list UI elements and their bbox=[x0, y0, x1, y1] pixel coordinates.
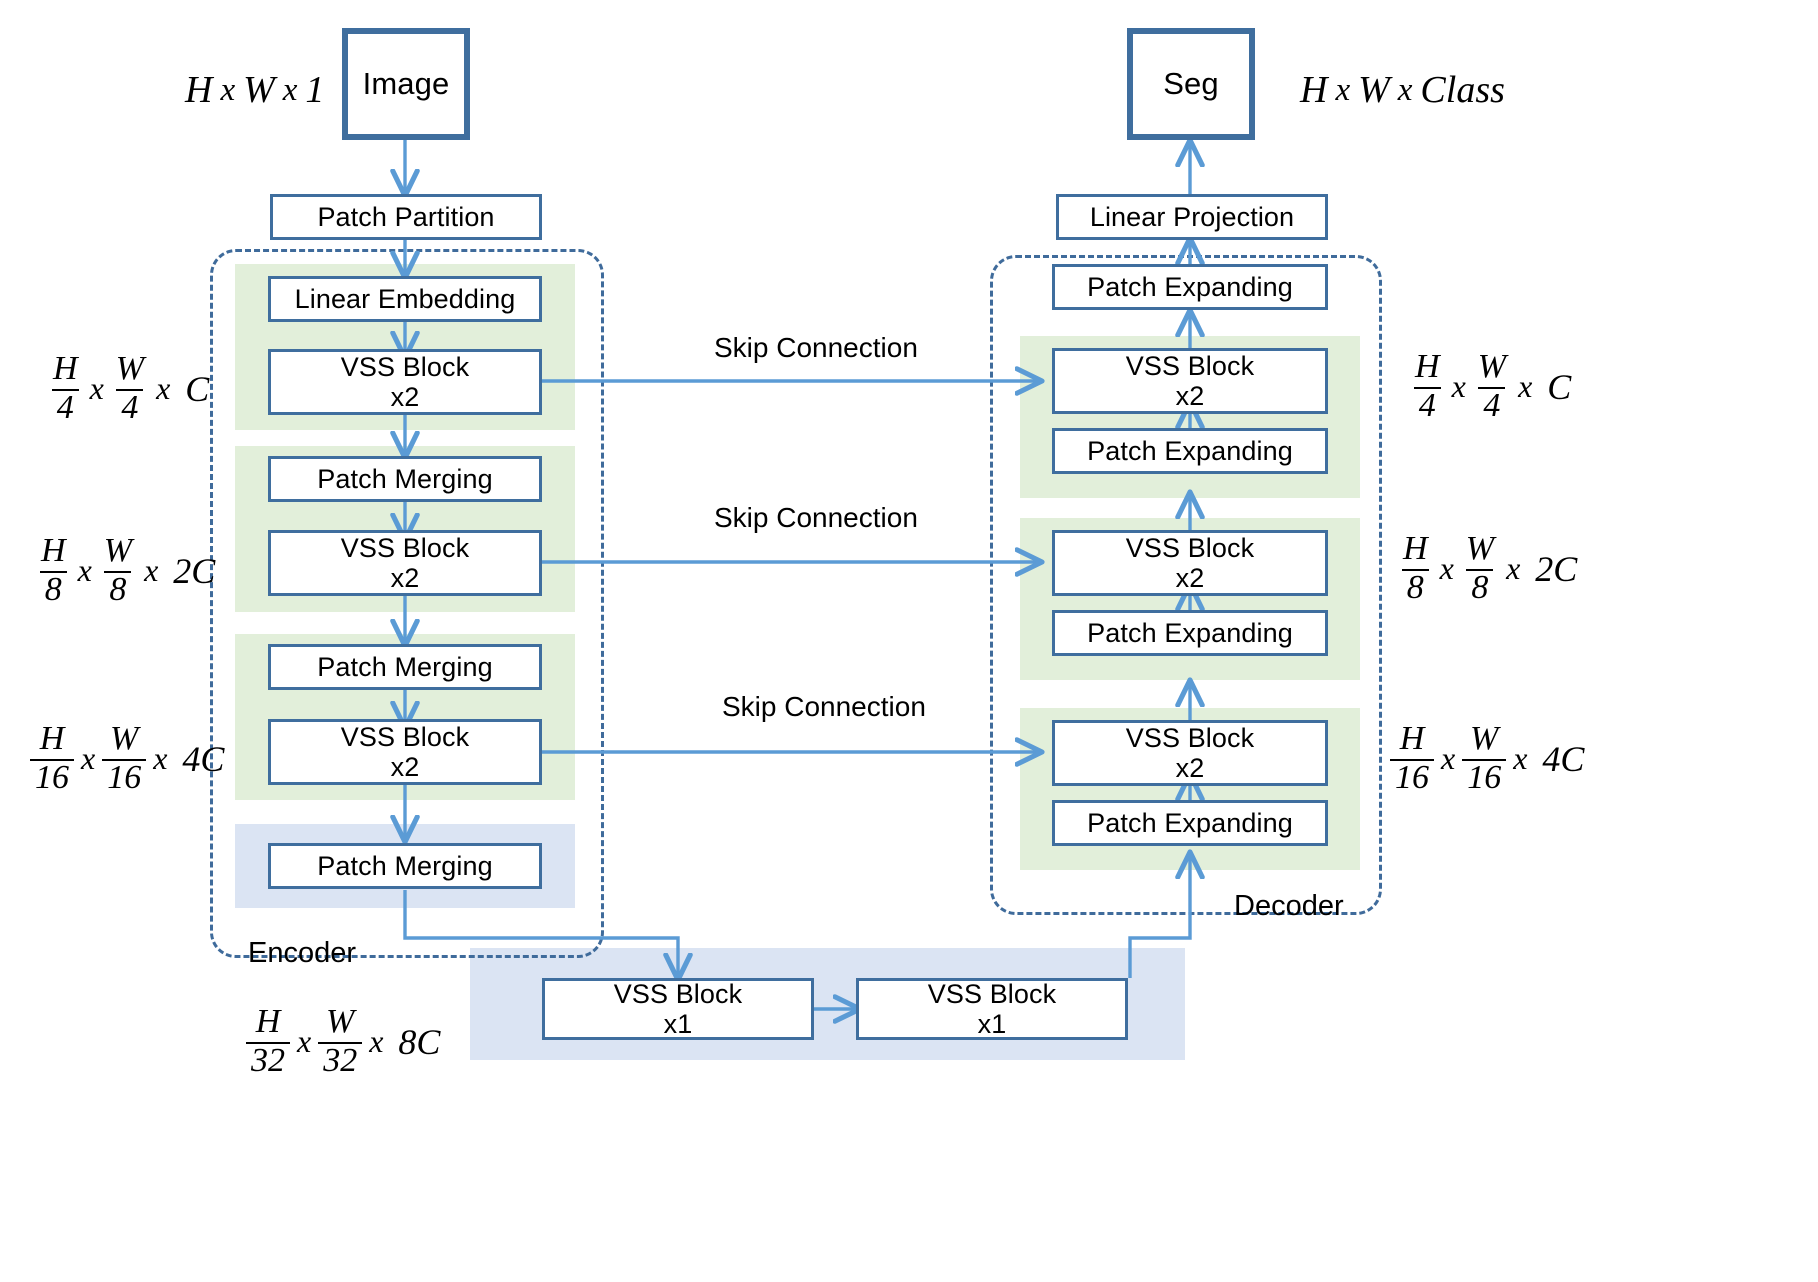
bottleneck-vss-block-1[interactable]: VSS Block x1 bbox=[542, 978, 814, 1040]
input-dim-h: H bbox=[185, 69, 213, 111]
input-dim-x1: x bbox=[220, 71, 236, 108]
decoder-top-patch-expanding[interactable]: Patch Expanding bbox=[1052, 264, 1328, 310]
output-dim-x2: x bbox=[1397, 71, 1413, 108]
decoder-stage-2-dim-label: H 8 x W 8 x 2C bbox=[1401, 530, 1578, 606]
output-seg-box[interactable]: Seg bbox=[1127, 28, 1255, 140]
encoder-stage-3-dim-label: H 16 x W 16 x 4C bbox=[30, 721, 224, 795]
decoder-region-label: Decoder bbox=[1234, 890, 1344, 922]
frac-w-4: W 4 bbox=[115, 350, 145, 426]
input-dim-c: 1 bbox=[305, 69, 325, 111]
encoder-stage-2-vss-block[interactable]: VSS Block x2 bbox=[268, 530, 542, 596]
input-image-box[interactable]: Image bbox=[342, 28, 470, 140]
skip-connection-label-3: Skip Connection bbox=[722, 691, 926, 722]
output-dim-h: H bbox=[1300, 69, 1328, 111]
decoder-stage-1-dim-label: H 4 x W 4 x C bbox=[1413, 348, 1572, 424]
frac-h-4: H 4 bbox=[51, 350, 79, 426]
decoder-stage-3-dim-label: H 16 x W 16 x 4C bbox=[1390, 721, 1584, 795]
linear-embedding-box[interactable]: Linear Embedding bbox=[268, 276, 542, 322]
patch-partition-box[interactable]: Patch Partition bbox=[270, 194, 542, 240]
encoder-stage-3-patch-merging[interactable]: Patch Merging bbox=[268, 843, 542, 889]
decoder-stage-3-vss-block[interactable]: VSS Block x2 bbox=[1052, 720, 1328, 786]
decoder-stage-2-patch-expanding[interactable]: Patch Expanding bbox=[1052, 610, 1328, 656]
encoder-stage-2-dim-label: H 8 x W 8 x 2C bbox=[39, 532, 216, 608]
output-dim-x1: x bbox=[1335, 71, 1351, 108]
linear-projection-box[interactable]: Linear Projection bbox=[1056, 194, 1328, 240]
diagram-canvas: H x W x 1 Image Seg H x W x Class Patch … bbox=[0, 0, 1818, 1282]
output-dim-label: H x W x Class bbox=[1300, 68, 1505, 112]
encoder-region-label: Encoder bbox=[248, 937, 357, 969]
encoder-stage-1-dim-label: H 4 x W 4 x C bbox=[48, 350, 209, 426]
encoder-stage-2-patch-merging[interactable]: Patch Merging bbox=[268, 644, 542, 690]
skip-connection-label-1: Skip Connection bbox=[714, 332, 918, 363]
encoder-stage-3-vss-block[interactable]: VSS Block x2 bbox=[268, 719, 542, 785]
bottleneck-vss-block-2[interactable]: VSS Block x1 bbox=[856, 978, 1128, 1040]
output-dim-class: Class bbox=[1420, 69, 1505, 111]
encoder-stage-1-patch-merging[interactable]: Patch Merging bbox=[268, 456, 542, 502]
decoder-stage-1-patch-expanding[interactable]: Patch Expanding bbox=[1052, 428, 1328, 474]
decoder-stage-2-vss-block[interactable]: VSS Block x2 bbox=[1052, 530, 1328, 596]
decoder-stage-3-patch-expanding[interactable]: Patch Expanding bbox=[1052, 800, 1328, 846]
decoder-stage-1-vss-block[interactable]: VSS Block x2 bbox=[1052, 348, 1328, 414]
input-dim-label: H x W x 1 bbox=[185, 68, 324, 112]
skip-connection-label-2: Skip Connection bbox=[714, 502, 918, 533]
input-dim-w: W bbox=[243, 69, 275, 111]
output-dim-w: W bbox=[1358, 69, 1390, 111]
encoder-stage-1-vss-block[interactable]: VSS Block x2 bbox=[268, 349, 542, 415]
input-dim-x2: x bbox=[282, 71, 298, 108]
bottleneck-dim-label: H 32 x W 32 x 8C bbox=[246, 1004, 440, 1078]
